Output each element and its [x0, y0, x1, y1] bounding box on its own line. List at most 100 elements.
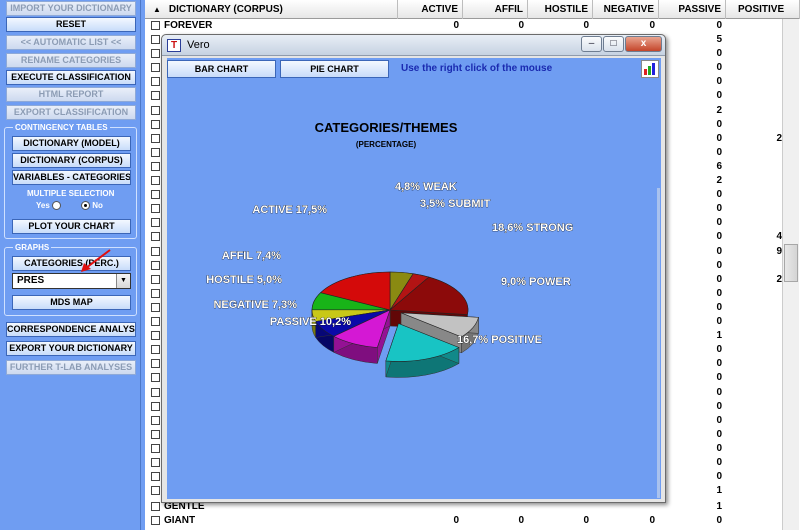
row-checkbox[interactable]	[151, 21, 160, 30]
further-analyses-button[interactable]: FURTHER T-LAB ANALYSES	[6, 360, 136, 375]
plot-chart-button[interactable]: PLOT YOUR CHART	[12, 219, 131, 234]
dictionary-model-button[interactable]: DICTIONARY (MODEL)	[12, 136, 131, 151]
import-dictionary-button[interactable]: IMPORT YOUR DICTIONARY	[6, 1, 136, 16]
correspondence-analysis-button[interactable]: CORRESPONDENCE ANALYSIS	[6, 322, 136, 337]
row-checkbox[interactable]	[151, 359, 160, 369]
pie-slice-hostile	[311, 309, 391, 339]
cell-positive: 9	[776, 245, 782, 257]
row-checkbox[interactable]	[151, 35, 160, 44]
cell-passive: 0	[716, 442, 722, 454]
row-checkbox[interactable]	[151, 161, 160, 171]
yes-radio[interactable]	[51, 201, 61, 211]
rename-categories-button[interactable]: RENAME CATEGORIES	[6, 53, 136, 68]
row-checkbox[interactable]	[151, 401, 160, 411]
row-checkbox[interactable]	[151, 288, 160, 298]
pie-slice-affil	[311, 292, 391, 327]
pie-chart: CATEGORIES/THEMES (PERCENTAGE) 4,8% WEAK…	[206, 120, 574, 378]
column-header-negative[interactable]: NEGATIVE	[593, 0, 659, 19]
row-checkbox[interactable]	[151, 472, 160, 482]
row-checkbox[interactable]	[151, 502, 160, 511]
mds-map-button[interactable]: MDS MAP	[12, 295, 131, 310]
no-radio[interactable]	[81, 201, 90, 211]
row-checkbox[interactable]	[151, 63, 160, 73]
row-checkbox[interactable]	[151, 190, 160, 200]
variables-categories-button[interactable]: VARIABLES - CATEGORIES	[12, 170, 131, 185]
html-report-button[interactable]: HTML REPORT	[6, 87, 136, 102]
row-checkbox[interactable]	[151, 443, 160, 453]
cell-passive: 5	[716, 34, 722, 45]
column-header-affil[interactable]: AFFIL	[463, 0, 528, 19]
automatic-list-button[interactable]: << AUTOMATIC LIST <<	[6, 35, 136, 50]
no-option[interactable]: No	[79, 201, 103, 211]
cell-passive: 0	[716, 273, 722, 285]
row-checkbox[interactable]	[151, 105, 160, 115]
slice-label-weak: 4,8% WEAK	[395, 181, 457, 193]
row-checkbox[interactable]	[151, 218, 160, 228]
row-checkbox[interactable]	[151, 373, 160, 383]
execute-classification-button[interactable]: EXECUTE CLASSIFICATION	[6, 70, 136, 85]
row-checkbox[interactable]	[151, 387, 160, 397]
column-header-active[interactable]: ACTIVE	[398, 0, 463, 19]
row-checkbox[interactable]	[151, 415, 160, 425]
row-checkbox[interactable]	[151, 516, 160, 525]
cell-positive: 4	[776, 231, 782, 243]
table-row[interactable]: FOREVER 0 0 0 0 0	[145, 19, 800, 33]
reset-button[interactable]: RESET	[6, 17, 136, 32]
cell-passive: 0	[716, 386, 722, 398]
scrollbar-thumb[interactable]	[784, 244, 798, 282]
row-checkbox[interactable]	[151, 246, 160, 256]
row-checkbox[interactable]	[151, 204, 160, 214]
row-checkbox[interactable]	[151, 77, 160, 87]
no-label: No	[92, 201, 103, 210]
pie-slice-active	[319, 271, 391, 327]
row-checkbox[interactable]	[151, 486, 160, 496]
minimize-icon[interactable]: –	[581, 36, 602, 52]
pie-slice-negative	[315, 309, 391, 353]
cell-passive: 6	[716, 160, 722, 172]
row-checkbox[interactable]	[151, 317, 160, 326]
triangle-up-icon[interactable]: ▲	[153, 5, 161, 14]
contingency-title: CONTINGENCY TABLES	[13, 122, 110, 133]
row-checkbox[interactable]	[151, 119, 160, 129]
column-header-passive[interactable]: PASSIVE	[659, 0, 726, 19]
cell-passive: 0	[716, 245, 722, 257]
column-header-dictionary-label: DICTIONARY (CORPUS)	[168, 4, 283, 15]
export-dictionary-button[interactable]: EXPORT YOUR DICTIONARY	[6, 341, 136, 356]
cell-passive: 0	[716, 400, 722, 412]
row-checkbox[interactable]	[151, 49, 160, 59]
row-checkbox[interactable]	[151, 274, 160, 284]
dictionary-corpus-button[interactable]: DICTIONARY (CORPUS)	[12, 153, 131, 168]
window-titlebar[interactable]: T Vero – □ x	[162, 35, 665, 56]
cell-passive: 0	[716, 344, 722, 356]
close-icon[interactable]: x	[625, 36, 662, 52]
row-checkbox[interactable]	[151, 232, 160, 242]
chart-export-icon[interactable]	[641, 60, 659, 78]
cell-passive: 0	[716, 118, 722, 130]
row-checkbox[interactable]	[151, 345, 160, 355]
maximize-icon[interactable]: □	[603, 36, 624, 52]
row-checkbox[interactable]	[151, 91, 160, 101]
row-checkbox[interactable]	[151, 458, 160, 467]
row-checkbox[interactable]	[151, 302, 160, 312]
table-scrollbar[interactable]	[782, 19, 799, 530]
pie-chart-button[interactable]: PIE CHART	[280, 60, 389, 78]
row-checkbox[interactable]	[151, 260, 160, 270]
export-classification-button[interactable]: EXPORT CLASSIFICATION	[6, 105, 136, 120]
cell-affil: 0	[518, 515, 524, 526]
row-checkbox[interactable]	[151, 176, 160, 185]
pie-slice-submit	[389, 272, 430, 327]
bar-chart-button[interactable]: BAR CHART	[167, 60, 276, 78]
yes-option[interactable]: Yes	[36, 201, 61, 211]
cell-passive: 1	[716, 330, 722, 342]
row-checkbox[interactable]	[151, 331, 160, 341]
chart-subtitle: (PERCENTAGE)	[356, 140, 417, 149]
row-checkbox[interactable]	[151, 133, 160, 143]
row-checkbox[interactable]	[151, 429, 160, 439]
column-header-hostile[interactable]: HOSTILE	[528, 0, 593, 19]
chevron-down-icon[interactable]: ▼	[116, 274, 130, 288]
row-checkbox[interactable]	[151, 147, 160, 157]
table-row[interactable]: GIANT 0 0 0 0 0	[145, 514, 800, 528]
variable-select[interactable]: PRES ▼	[12, 273, 131, 289]
column-header-positive[interactable]: POSITIVE	[726, 0, 800, 19]
column-header-dictionary[interactable]: ▲ DICTIONARY (CORPUS)	[145, 0, 398, 19]
